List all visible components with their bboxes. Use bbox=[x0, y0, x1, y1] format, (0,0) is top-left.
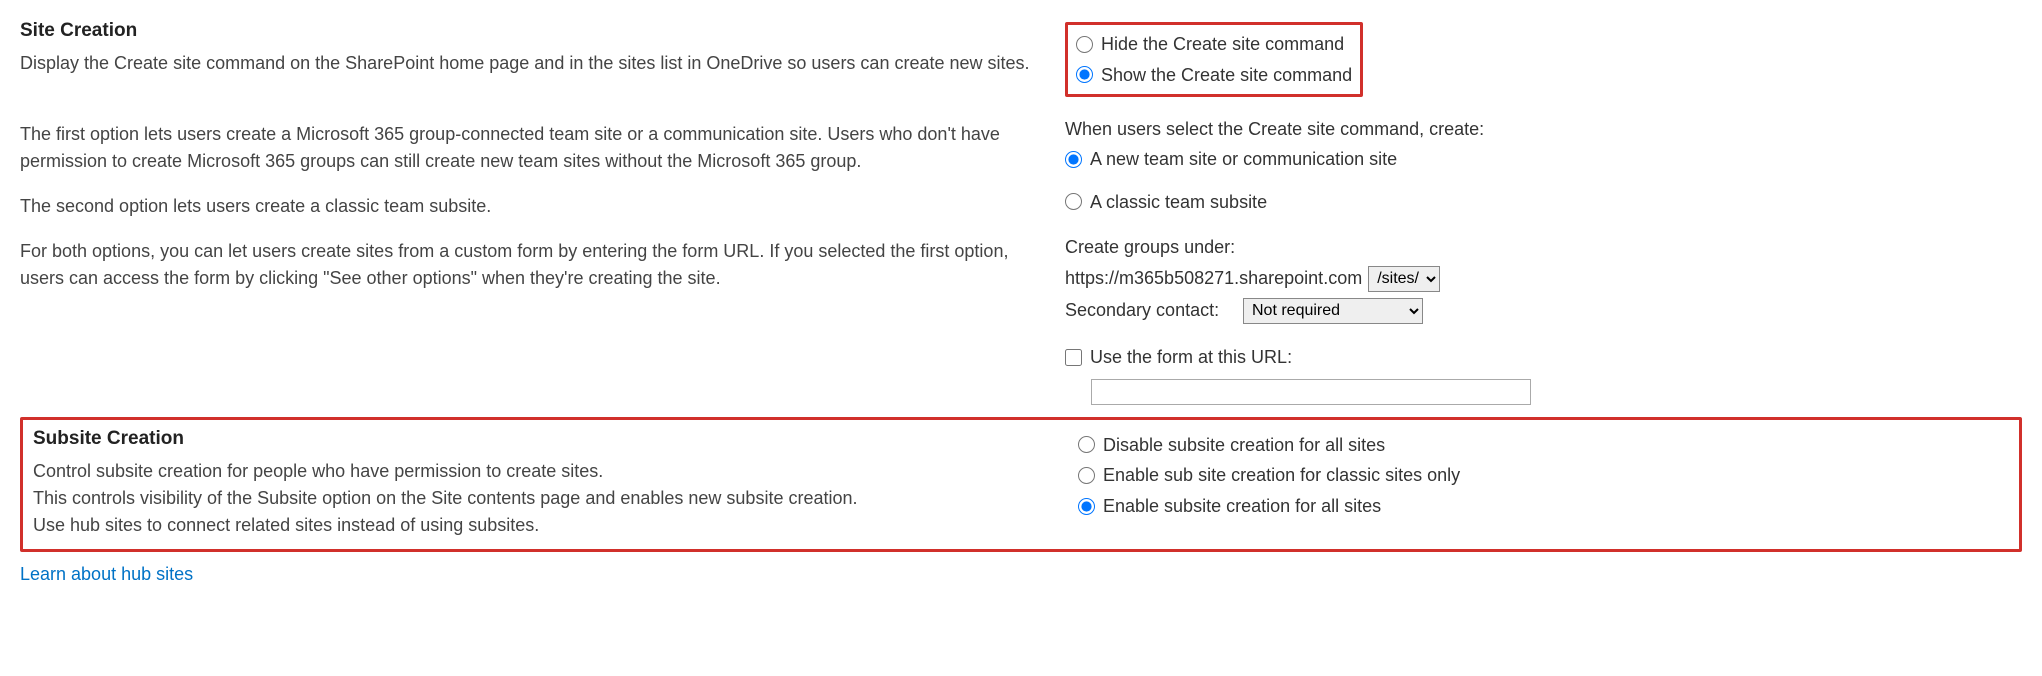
learn-hub-sites-link[interactable]: Learn about hub sites bbox=[20, 564, 193, 585]
radio-classiconly-label: Enable sub site creation for classic sit… bbox=[1103, 460, 1460, 491]
radio-hide-label: Hide the Create site command bbox=[1101, 29, 1344, 60]
subsite-title: Subsite Creation bbox=[33, 428, 1048, 450]
radio-hide-input[interactable] bbox=[1076, 36, 1093, 53]
subsite-right: Disable subsite creation for all sites E… bbox=[1078, 428, 2009, 539]
subsite-desc3: Use hub sites to connect related sites i… bbox=[33, 512, 1048, 539]
base-url: https://m365b508271.sharepoint.com bbox=[1065, 268, 1362, 289]
site-creation-desc2: The first option lets users create a Mic… bbox=[20, 121, 1035, 175]
show-hide-highlight: Hide the Create site command Show the Cr… bbox=[1065, 22, 1363, 97]
subsite-highlight: Subsite Creation Control subsite creatio… bbox=[20, 417, 2022, 552]
radio-show-label: Show the Create site command bbox=[1101, 60, 1352, 91]
site-creation-section: Site Creation Display the Create site co… bbox=[20, 20, 2022, 405]
radio-newteam-input[interactable] bbox=[1065, 151, 1082, 168]
radio-enableall-input[interactable] bbox=[1078, 498, 1095, 515]
radio-show-row[interactable]: Show the Create site command bbox=[1076, 60, 1352, 91]
radio-disable-label: Disable subsite creation for all sites bbox=[1103, 430, 1385, 461]
radio-newteam-label: A new team site or communication site bbox=[1090, 144, 1397, 175]
radio-enableall-label: Enable subsite creation for all sites bbox=[1103, 491, 1381, 522]
radio-disable-input[interactable] bbox=[1078, 436, 1095, 453]
use-form-checkbox[interactable] bbox=[1065, 349, 1082, 366]
site-creation-left: Site Creation Display the Create site co… bbox=[20, 20, 1065, 405]
subsite-creation-section: Subsite Creation Control subsite creatio… bbox=[33, 428, 2009, 539]
create-groups-label: Create groups under: bbox=[1065, 233, 2022, 262]
site-creation-desc4: For both options, you can let users crea… bbox=[20, 238, 1035, 292]
path-select[interactable]: /sites/ bbox=[1368, 266, 1440, 292]
site-creation-right: Hide the Create site command Show the Cr… bbox=[1065, 20, 2022, 405]
secondary-contact-row: Secondary contact: Not required bbox=[1065, 298, 2022, 324]
form-url-wrap bbox=[1091, 379, 2022, 405]
radio-newteam-row[interactable]: A new team site or communication site bbox=[1065, 144, 2022, 175]
when-users-label: When users select the Create site comman… bbox=[1065, 115, 2022, 144]
radio-classic-row[interactable]: A classic team subsite bbox=[1065, 187, 2022, 218]
create-groups-row: https://m365b508271.sharepoint.com /site… bbox=[1065, 266, 2022, 292]
secondary-contact-select[interactable]: Not required bbox=[1243, 298, 1423, 324]
use-form-row[interactable]: Use the form at this URL: bbox=[1065, 342, 2022, 373]
site-creation-desc3: The second option lets users create a cl… bbox=[20, 193, 1035, 220]
radio-disable-row[interactable]: Disable subsite creation for all sites bbox=[1078, 430, 2009, 461]
subsite-desc2: This controls visibility of the Subsite … bbox=[33, 485, 1048, 512]
subsite-left: Subsite Creation Control subsite creatio… bbox=[33, 428, 1078, 539]
use-form-label: Use the form at this URL: bbox=[1090, 342, 1292, 373]
radio-classiconly-row[interactable]: Enable sub site creation for classic sit… bbox=[1078, 460, 2009, 491]
radio-hide-row[interactable]: Hide the Create site command bbox=[1076, 29, 1352, 60]
radio-classic-label: A classic team subsite bbox=[1090, 187, 1267, 218]
radio-enableall-row[interactable]: Enable subsite creation for all sites bbox=[1078, 491, 2009, 522]
radio-show-input[interactable] bbox=[1076, 66, 1093, 83]
site-creation-title: Site Creation bbox=[20, 20, 1035, 42]
site-creation-desc1: Display the Create site command on the S… bbox=[20, 50, 1035, 77]
secondary-contact-label: Secondary contact: bbox=[1065, 300, 1225, 321]
radio-classiconly-input[interactable] bbox=[1078, 467, 1095, 484]
form-url-input[interactable] bbox=[1091, 379, 1531, 405]
subsite-desc1: Control subsite creation for people who … bbox=[33, 458, 1048, 485]
radio-classic-input[interactable] bbox=[1065, 193, 1082, 210]
